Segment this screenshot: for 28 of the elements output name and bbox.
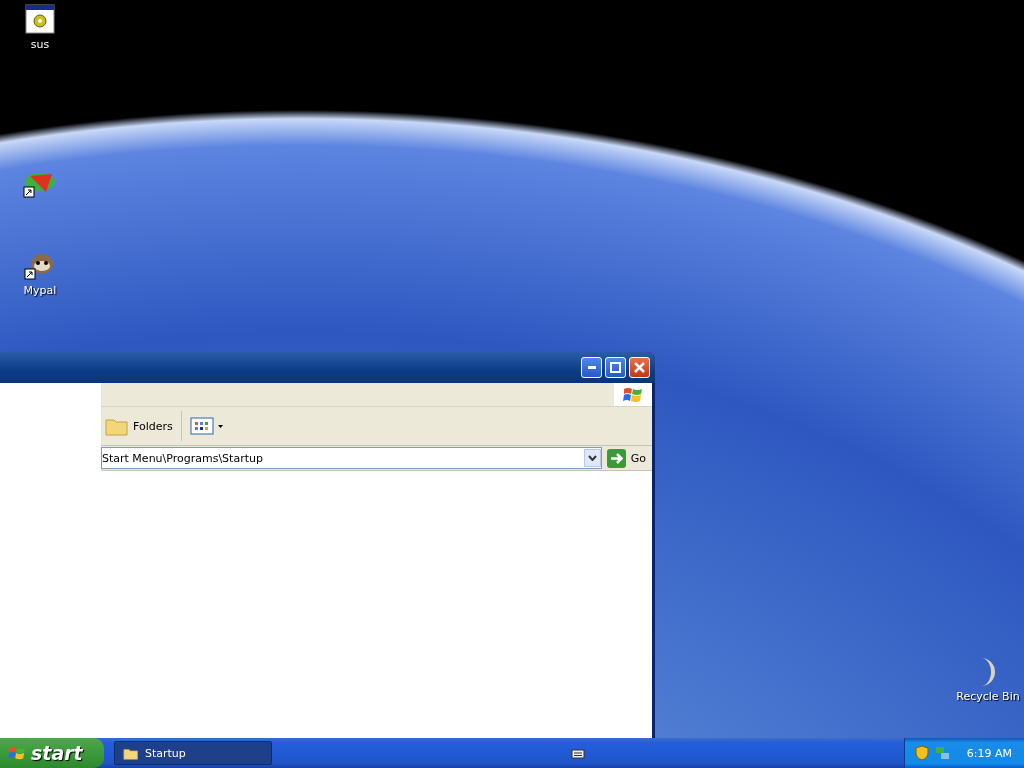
maximize-icon	[610, 362, 621, 373]
close-button[interactable]	[629, 357, 650, 378]
desktop-icon-label[interactable]: sus	[30, 38, 50, 51]
flag-logo-icon	[8, 745, 26, 761]
folder-icon	[123, 746, 139, 760]
desktop-icon-label[interactable]: Mypal	[23, 284, 57, 297]
chevron-down-icon	[587, 455, 597, 461]
keyboard-icon[interactable]	[570, 747, 585, 759]
dropdown-button[interactable]	[583, 449, 601, 467]
taskbar-task-button[interactable]: Startup	[114, 741, 272, 765]
maximize-button[interactable]	[605, 357, 626, 378]
folders-button[interactable]: Folders	[101, 411, 177, 441]
shortcut-icon	[22, 170, 58, 198]
crescent-icon	[981, 658, 995, 686]
view-grid-icon	[189, 417, 214, 435]
desktop-icon-label[interactable]: Recycle Bin	[956, 690, 1020, 703]
go-button[interactable]: Go	[604, 448, 648, 468]
window-gear-icon	[25, 4, 55, 34]
caret-icon	[217, 424, 223, 428]
flag-logo-icon	[623, 385, 643, 404]
close-icon	[634, 362, 645, 373]
start-button[interactable]: start	[0, 738, 104, 768]
minimize-icon	[587, 366, 596, 369]
clock: 6:19 AM	[966, 746, 1012, 760]
shield-icon[interactable]	[914, 745, 929, 761]
minimize-button[interactable]	[581, 357, 602, 378]
address-field[interactable]: Start Menu\Programs\Startup	[101, 447, 602, 469]
folder-icon	[105, 416, 129, 436]
